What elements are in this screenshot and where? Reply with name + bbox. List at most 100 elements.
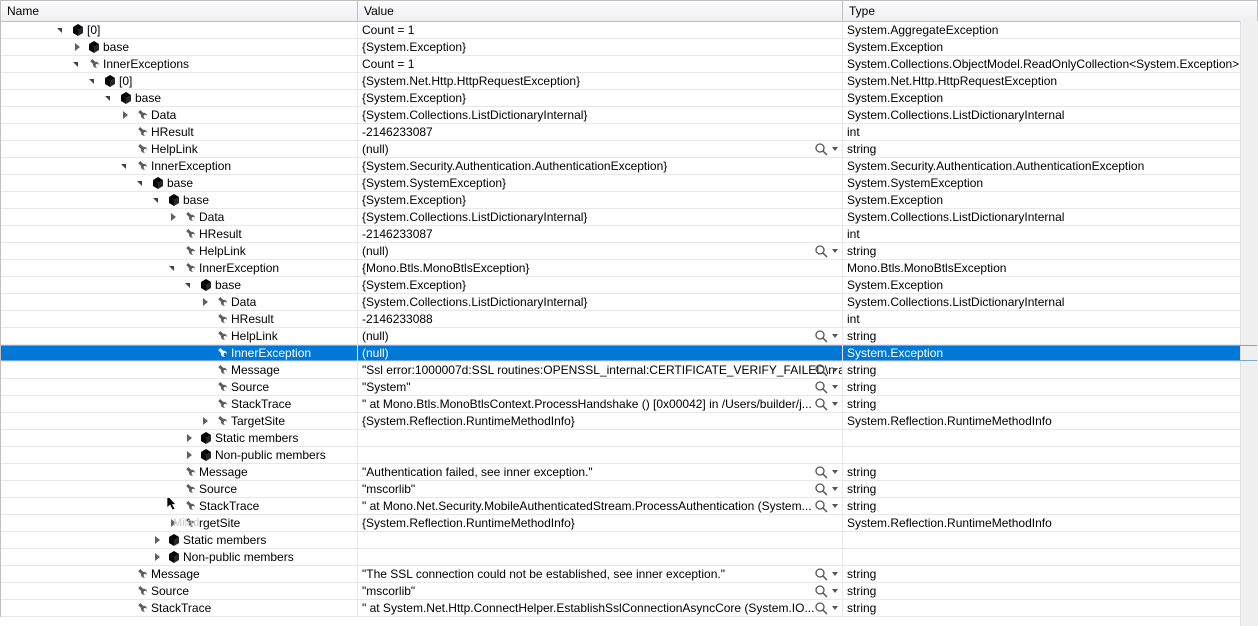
row-value[interactable]: (null): [358, 141, 843, 158]
row-value[interactable]: "mscorlib": [358, 583, 843, 600]
row-value[interactable]: (null): [358, 345, 843, 362]
tree-row[interactable]: InnerException: [1, 158, 358, 175]
visualizer-dropdown-icon[interactable]: [830, 397, 840, 411]
collapse-toggle[interactable]: [57, 26, 66, 35]
visualizer-icon[interactable]: [814, 363, 828, 377]
tree-row[interactable]: StackTrace: [1, 498, 358, 515]
visualizer-icon[interactable]: [814, 465, 828, 479]
visualizer-dropdown-icon[interactable]: [830, 142, 840, 156]
tree-row[interactable]: base: [1, 39, 358, 56]
row-value[interactable]: Count = 1: [358, 56, 843, 73]
row-value[interactable]: {System.Security.Authentication.Authenti…: [358, 158, 843, 175]
row-value[interactable]: [358, 549, 843, 566]
row-value[interactable]: "Ssl error:1000007d:SSL routines:OPENSSL…: [358, 362, 843, 379]
tree-row[interactable]: Non-public members: [1, 549, 358, 566]
tree-row[interactable]: StackTrace: [1, 396, 358, 413]
expand-toggle[interactable]: [185, 451, 194, 460]
visualizer-icon[interactable]: [814, 567, 828, 581]
visualizer-icon[interactable]: [814, 499, 828, 513]
row-value[interactable]: -2146233088: [358, 311, 843, 328]
collapse-toggle[interactable]: [169, 264, 178, 273]
collapse-toggle[interactable]: [153, 196, 162, 205]
tree-row[interactable]: Source: [1, 379, 358, 396]
column-header-value[interactable]: Value: [358, 1, 843, 22]
tree-row[interactable]: Message: [1, 566, 358, 583]
expand-toggle[interactable]: [73, 43, 82, 52]
tree-row[interactable]: HelpLink: [1, 243, 358, 260]
expand-toggle[interactable]: [169, 213, 178, 222]
tree-row[interactable]: Data: [1, 209, 358, 226]
row-value[interactable]: " at System.Net.Http.ConnectHelper.Estab…: [358, 600, 843, 617]
tree-row[interactable]: HelpLink: [1, 141, 358, 158]
visualizer-icon[interactable]: [814, 244, 828, 258]
tree-row[interactable]: HelpLink: [1, 328, 358, 345]
expand-toggle[interactable]: [201, 298, 210, 307]
row-value[interactable]: {System.Exception}: [358, 277, 843, 294]
row-value[interactable]: {System.Collections.ListDictionaryIntern…: [358, 209, 843, 226]
tree-row[interactable]: Static members: [1, 430, 358, 447]
tree-row[interactable]: StackTrace: [1, 600, 358, 617]
visualizer-icon[interactable]: [814, 482, 828, 496]
row-value[interactable]: {Mono.Btls.MonoBtlsException}: [358, 260, 843, 277]
tree-row[interactable]: InnerExceptions: [1, 56, 358, 73]
tree-row[interactable]: Message: [1, 362, 358, 379]
expand-toggle[interactable]: [121, 111, 130, 120]
row-value[interactable]: {System.Exception}: [358, 192, 843, 209]
visualizer-dropdown-icon[interactable]: [830, 363, 840, 377]
visualizer-icon[interactable]: [814, 601, 828, 615]
tree-row[interactable]: HResult: [1, 311, 358, 328]
row-value[interactable]: "mscorlib": [358, 481, 843, 498]
tree-row[interactable]: base: [1, 90, 358, 107]
collapse-toggle[interactable]: [137, 179, 146, 188]
tree-row[interactable]: base: [1, 277, 358, 294]
tree-row[interactable]: Source: [1, 481, 358, 498]
row-value[interactable]: {System.Exception}: [358, 39, 843, 56]
tree-row[interactable]: [0]: [1, 22, 358, 39]
row-value[interactable]: " at Mono.Btls.MonoBtlsContext.ProcessHa…: [358, 396, 843, 413]
tree-row[interactable]: Data: [1, 107, 358, 124]
visualizer-icon[interactable]: [814, 397, 828, 411]
visualizer-dropdown-icon[interactable]: [830, 329, 840, 343]
visualizer-dropdown-icon[interactable]: [830, 567, 840, 581]
row-value[interactable]: [358, 430, 843, 447]
visualizer-icon[interactable]: [814, 380, 828, 394]
visualizer-dropdown-icon[interactable]: [830, 244, 840, 258]
row-value[interactable]: {System.Reflection.RuntimeMethodInfo}: [358, 515, 843, 532]
visualizer-dropdown-icon[interactable]: [830, 601, 840, 615]
tree-row[interactable]: HResult: [1, 124, 358, 141]
row-value[interactable]: [358, 447, 843, 464]
row-value[interactable]: Count = 1: [358, 22, 843, 39]
expand-toggle[interactable]: [201, 417, 210, 426]
tree-row[interactable]: base: [1, 192, 358, 209]
row-value[interactable]: "System": [358, 379, 843, 396]
expand-toggle[interactable]: [153, 536, 162, 545]
tree-row[interactable]: Static members: [1, 532, 358, 549]
visualizer-dropdown-icon[interactable]: [830, 380, 840, 394]
row-value[interactable]: (null): [358, 243, 843, 260]
tree-row[interactable]: InnerException: [1, 260, 358, 277]
visualizer-dropdown-icon[interactable]: [830, 584, 840, 598]
expand-toggle[interactable]: [169, 519, 178, 528]
expand-toggle[interactable]: [153, 553, 162, 562]
tree-row[interactable]: HResult: [1, 226, 358, 243]
row-value[interactable]: -2146233087: [358, 226, 843, 243]
tree-row[interactable]: Data: [1, 294, 358, 311]
row-value[interactable]: {System.Collections.ListDictionaryIntern…: [358, 294, 843, 311]
row-value[interactable]: {System.Collections.ListDictionaryIntern…: [358, 107, 843, 124]
tree-row[interactable]: InnerException: [1, 345, 358, 362]
row-value[interactable]: {System.SystemException}: [358, 175, 843, 192]
row-value[interactable]: [358, 532, 843, 549]
visualizer-icon[interactable]: [814, 142, 828, 156]
visualizer-dropdown-icon[interactable]: [830, 499, 840, 513]
tree-row[interactable]: Message: [1, 464, 358, 481]
tree-row[interactable]: TargetSite: [1, 413, 358, 430]
collapse-toggle[interactable]: [121, 162, 130, 171]
row-value[interactable]: -2146233087: [358, 124, 843, 141]
row-value[interactable]: {System.Net.Http.HttpRequestException}: [358, 73, 843, 90]
collapse-toggle[interactable]: [185, 281, 194, 290]
tree-row[interactable]: [0]: [1, 73, 358, 90]
collapse-toggle[interactable]: [89, 77, 98, 86]
row-value[interactable]: "The SSL connection could not be establi…: [358, 566, 843, 583]
visualizer-icon[interactable]: [814, 584, 828, 598]
vertical-scrollbar[interactable]: [1240, 21, 1258, 626]
